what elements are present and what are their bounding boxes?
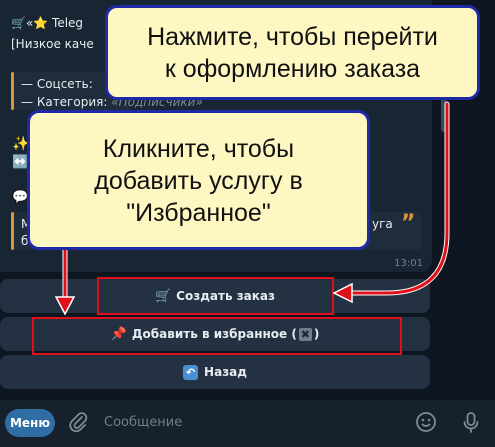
callout-add-favorite-line3: "Избранное" <box>126 199 271 227</box>
callout-create-order-line1: Нажмите, чтобы перейти <box>147 23 438 51</box>
callout-add-favorite-line2: добавить услугу в <box>94 167 303 195</box>
message-input[interactable]: Сообщение <box>104 415 182 430</box>
microphone-icon[interactable] <box>459 411 483 435</box>
callout-add-favorite-line1: Кликните, чтобы <box>102 135 295 163</box>
callout-create-order-line2: к оформлению заказа <box>164 55 421 83</box>
paperclip-icon[interactable] <box>66 411 90 435</box>
callout-add-favorite: Кликните, чтобы добавить услугу в "Избра… <box>27 110 370 250</box>
emoji-icon[interactable] <box>414 411 438 435</box>
menu-button[interactable]: Меню <box>5 409 55 437</box>
callout-create-order: Нажмите, чтобы перейти к оформлению зака… <box>105 5 480 100</box>
arrowhead-add-favorite <box>54 296 76 316</box>
arrowhead-create-order <box>332 282 353 304</box>
